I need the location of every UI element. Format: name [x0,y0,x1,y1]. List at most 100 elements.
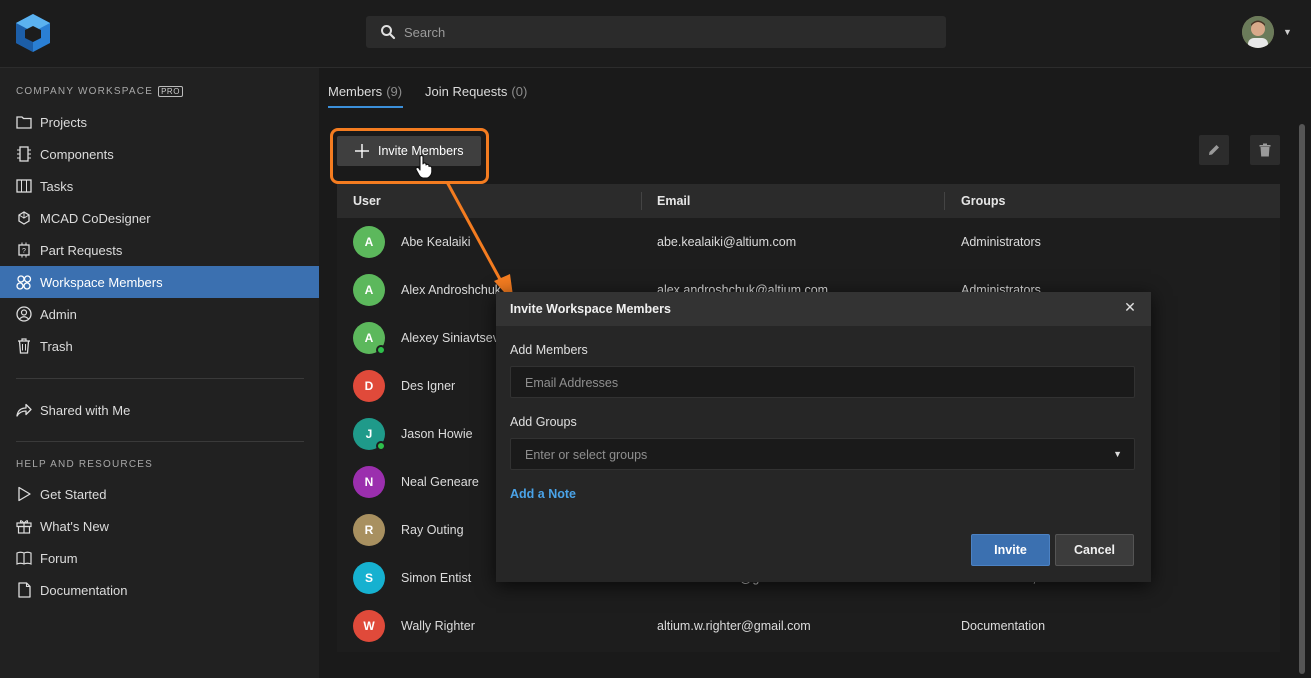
invite-button[interactable]: Invite [971,534,1050,566]
sidebar-item-label: Get Started [40,486,107,502]
trash-icon [15,337,33,355]
tab-join-requests[interactable]: Join Requests (0) [425,84,527,99]
avatar-photo-icon [1242,16,1274,48]
user-email: abe.kealaiki@altium.com [657,235,797,249]
user-name: Simon Entist [401,571,472,585]
search-input[interactable]: Search [404,25,445,40]
part-request-icon: ? [15,241,33,259]
column-divider[interactable] [641,192,642,210]
user-name: Des Igner [401,379,456,393]
avatar: W [353,610,385,642]
svg-text:?: ? [22,248,26,255]
sidebar-item-label: Projects [40,114,87,130]
sidebar-item-documentation[interactable]: Documentation [0,574,319,606]
sidebar-item-label: Documentation [40,582,128,598]
cancel-button[interactable]: Cancel [1055,534,1134,566]
user-name: Abe Kealaiki [401,235,471,249]
online-status-indicator [376,345,386,355]
book-icon [15,549,33,567]
email-placeholder: Email Addresses [525,376,619,390]
user-name: Neal Geneare [401,475,479,489]
tab-label: Members [328,84,383,99]
sidebar-item-label: Forum [40,550,78,566]
sidebar-item-projects[interactable]: Projects [0,106,319,138]
sidebar-item-label: Components [40,146,114,162]
sidebar-item-label: Part Requests [40,242,123,258]
sidebar-item-components[interactable]: Components [0,138,319,170]
sidebar-item-label: Shared with Me [40,402,131,418]
avatar: N [353,466,385,498]
sidebar-item-trash[interactable]: Trash [0,330,319,362]
share-icon [15,401,33,419]
column-header-user[interactable]: User [353,194,381,208]
workspace-name: COMPANY WORKSPACE [16,86,154,97]
app-logo[interactable] [14,12,52,54]
delete-button[interactable] [1250,135,1280,165]
sidebar-item-workspace-members[interactable]: Workspace Members [0,266,319,298]
play-icon [15,485,33,503]
workspace-title: COMPANY WORKSPACE PRO [16,86,183,97]
sidebar-item-whats-new[interactable]: What's New [0,510,319,542]
search-icon [381,25,396,40]
add-groups-label: Add Groups [510,415,577,429]
tab-label: Join Requests [425,84,508,99]
sidebar-item-label: What's New [40,518,109,534]
folder-icon [15,113,33,131]
sidebar-item-label: Workspace Members [40,274,163,290]
online-status-indicator [376,441,386,451]
dialog-title: Invite Workspace Members [510,302,671,316]
chevron-down-icon[interactable]: ▼ [1283,27,1292,37]
avatar: R [353,514,385,546]
help-section-title: HELP AND RESOURCES [16,459,154,470]
gift-icon [15,517,33,535]
sidebar-divider [16,441,304,442]
scrollbar[interactable] [1299,124,1305,674]
sidebar-item-tasks[interactable]: Tasks [0,170,319,202]
trash-icon [1259,143,1271,157]
user-name: Ray Outing [401,523,464,537]
user-groups: Administrators [961,235,1041,249]
callout-highlight [330,128,489,184]
sidebar-item-label: Trash [40,338,73,354]
user-groups: Documentation [961,619,1046,633]
email-addresses-input[interactable]: Email Addresses [510,366,1135,398]
user-name: Alex Androshchuk [401,283,502,297]
component-icon [15,145,33,163]
sidebar-item-shared-with-me[interactable]: Shared with Me [0,394,319,426]
sidebar-item-mcad-codesigner[interactable]: MCAD CoDesigner [0,202,319,234]
avatar: A [353,226,385,258]
sidebar-item-admin[interactable]: Admin [0,298,319,330]
table-row[interactable]: W Wally Righter altium.w.righter@gmail.com… [337,602,1280,650]
tab-count: (0) [511,84,528,99]
column-header-groups[interactable]: Groups [961,194,1005,208]
groups-select[interactable]: Enter or select groups ▼ [510,438,1135,470]
sidebar-item-part-requests[interactable]: ? Part Requests [0,234,319,266]
sidebar-item-get-started[interactable]: Get Started [0,478,319,510]
close-icon[interactable]: ✕ [1122,299,1138,315]
tab-count: (9) [386,84,403,99]
column-header-email[interactable]: Email [657,194,690,208]
sidebar-item-forum[interactable]: Forum [0,542,319,574]
edit-button[interactable] [1199,135,1229,165]
column-divider[interactable] [944,192,945,210]
tab-members[interactable]: Members (9) [328,84,402,99]
table-header: User Email Groups [337,184,1280,218]
sidebar-item-label: Admin [40,306,77,322]
top-bar: Search ▼ [0,0,1311,68]
sidebar-item-label: Tasks [40,178,74,194]
chevron-down-icon[interactable]: ▼ [1113,449,1122,459]
mcad-icon [15,209,33,227]
user-name: Wally Righter [401,619,475,633]
groups-placeholder: Enter or select groups [525,448,648,462]
table-row[interactable]: A Abe Kealaiki abe.kealaiki@altium.com Admi… [337,218,1280,266]
sidebar: COMPANY WORKSPACE PRO Projects Components… [0,68,319,678]
search-bar[interactable]: Search [366,16,946,48]
tasks-icon [15,177,33,195]
add-note-link[interactable]: Add a Note [510,487,576,501]
user-avatar[interactable] [1242,16,1274,48]
sidebar-item-label: MCAD CoDesigner [40,210,151,226]
active-tab-indicator [328,106,403,108]
invite-members-dialog: Invite Workspace Members ✕ Add Members E… [496,292,1151,582]
document-icon [15,581,33,599]
pro-badge: PRO [158,86,183,97]
